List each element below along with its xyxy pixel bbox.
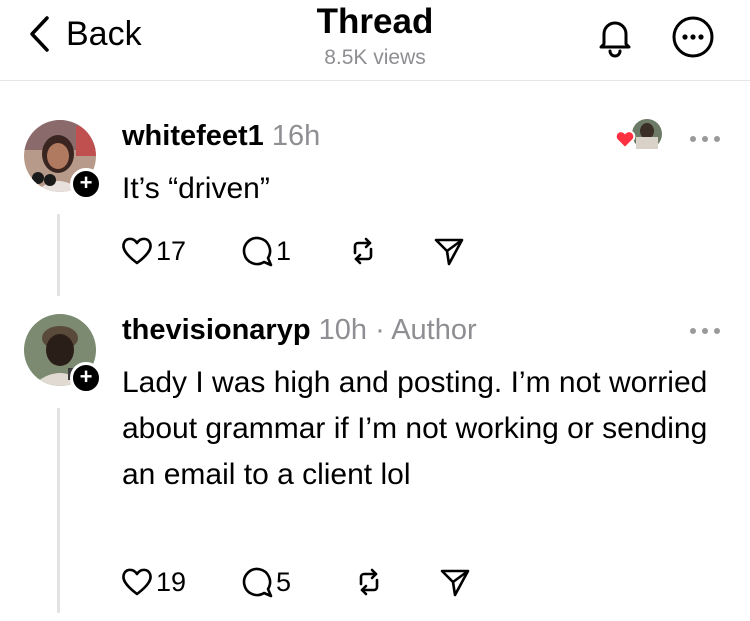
bell-icon[interactable] bbox=[592, 14, 638, 60]
action-bar: 17 1 bbox=[120, 234, 466, 268]
send-icon bbox=[434, 238, 464, 266]
action-bar: 19 5 bbox=[120, 565, 472, 599]
like-count: 17 bbox=[156, 235, 187, 266]
reply-button[interactable]: 5 bbox=[240, 565, 352, 599]
post-text: It’s “driven” bbox=[122, 172, 270, 205]
like-count: 19 bbox=[156, 566, 187, 597]
post-text: Lady I was high and posting. I’m not wor… bbox=[122, 366, 708, 491]
reply-count: 1 bbox=[276, 235, 292, 266]
like-button[interactable]: 19 bbox=[120, 565, 240, 599]
header-divider bbox=[0, 80, 750, 81]
username[interactable]: thevisionaryp bbox=[122, 314, 311, 346]
comment-icon bbox=[242, 567, 273, 598]
more-dots-icon[interactable] bbox=[688, 134, 722, 144]
share-button[interactable] bbox=[438, 565, 472, 599]
heart-icon bbox=[122, 568, 152, 596]
repost-button[interactable] bbox=[352, 565, 438, 599]
username[interactable]: whitefeet1 bbox=[122, 120, 264, 152]
post-time: 16h bbox=[271, 120, 321, 152]
share-button[interactable] bbox=[432, 234, 466, 268]
more-dots-icon[interactable] bbox=[688, 326, 722, 336]
post-header: thevisionaryp 10h · Author bbox=[122, 314, 477, 347]
thread-line bbox=[57, 214, 60, 296]
reply-count: 5 bbox=[276, 566, 292, 597]
follow-plus-icon[interactable]: + bbox=[70, 168, 102, 200]
repost-icon bbox=[359, 568, 379, 596]
send-icon bbox=[440, 569, 470, 597]
comment-icon bbox=[242, 236, 273, 267]
more-circle-icon[interactable] bbox=[670, 14, 716, 60]
heart-icon bbox=[122, 237, 152, 265]
reply-button[interactable]: 1 bbox=[240, 234, 346, 268]
post-header: whitefeet1 16h bbox=[122, 120, 320, 153]
follow-plus-icon[interactable]: + bbox=[70, 362, 102, 394]
thread-line bbox=[57, 408, 60, 613]
repost-icon bbox=[353, 237, 373, 265]
thread-header: Back Thread 8.5K views bbox=[0, 0, 750, 80]
like-button[interactable]: 17 bbox=[120, 234, 240, 268]
author-tag: · Author bbox=[375, 314, 477, 346]
repost-button[interactable] bbox=[346, 234, 432, 268]
post-time: 10h bbox=[318, 314, 368, 346]
liked-by-indicator[interactable] bbox=[614, 118, 662, 152]
